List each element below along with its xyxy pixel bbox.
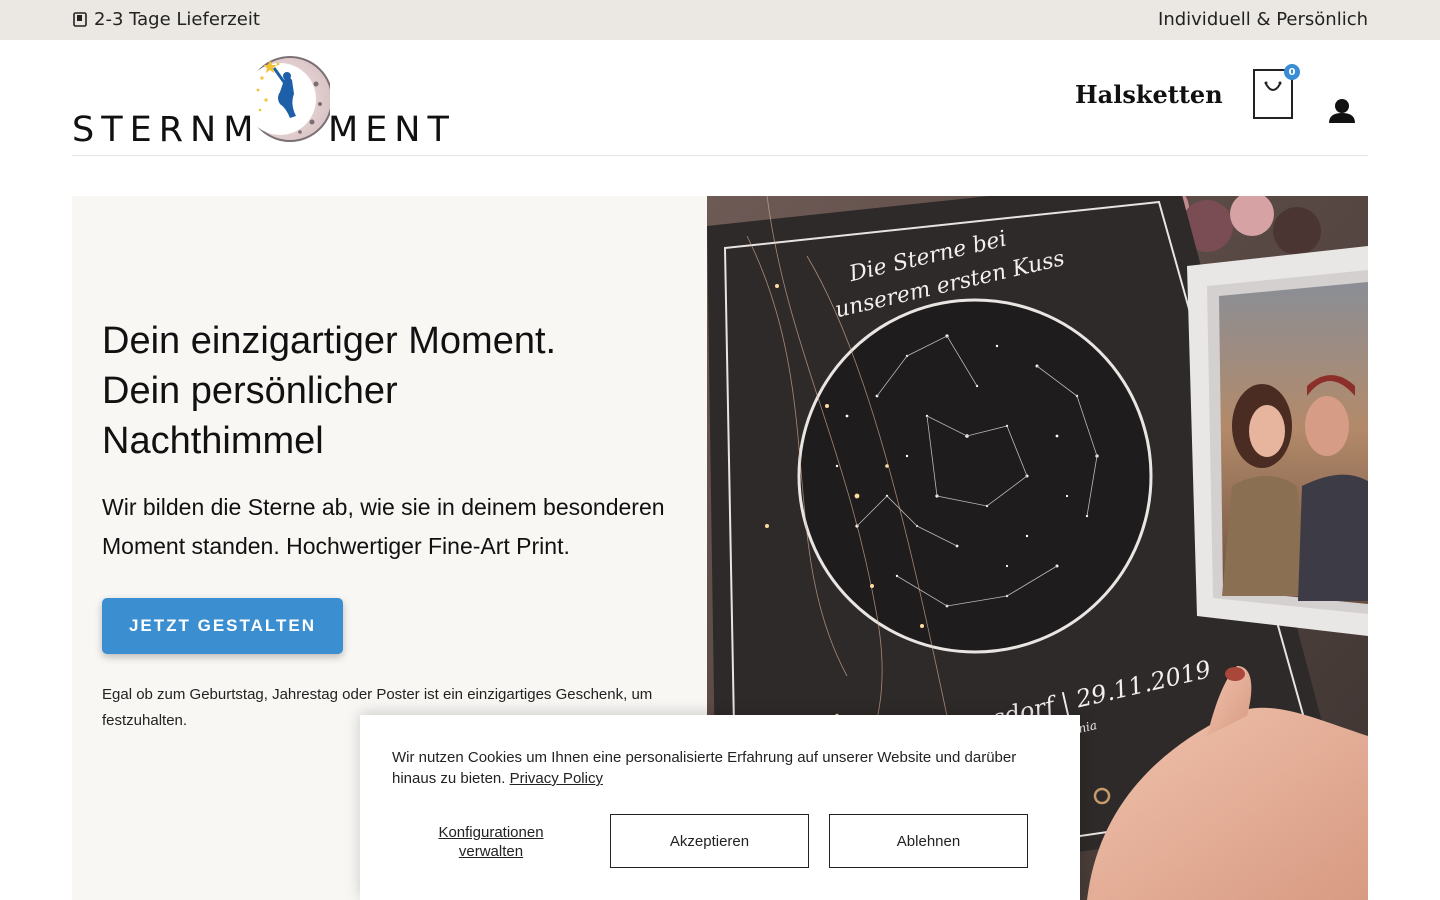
cart-count-badge: 0 [1284,64,1300,80]
decline-cookies-button[interactable]: Ablehnen [829,814,1028,868]
site-header: STERNM MENT Halsketten 0 [72,40,1368,156]
cart-button[interactable]: 0 [1252,64,1300,120]
shipping-info: 2-3 Tage Lieferzeit [72,9,260,30]
cookie-text: Wir nutzen Cookies um Ihnen eine persona… [392,749,1017,787]
create-now-button[interactable]: JETZT GESTALTEN [102,598,343,654]
account-button[interactable] [1328,98,1356,124]
cookie-banner: Wir nutzen Cookies um Ihnen eine persona… [360,715,1080,900]
announcement-bar: 2-3 Tage Lieferzeit Individuell & Persön… [0,0,1440,40]
hero-title-line: Nachthimmel [102,420,324,462]
hero-title-line: Dein persönlicher [102,370,398,412]
logo[interactable]: STERNM MENT [72,54,452,150]
user-icon [1329,99,1355,123]
cookie-message: Wir nutzen Cookies um Ihnen eine persona… [392,747,1032,789]
tagline: Individuell & Persönlich [1158,9,1368,30]
accept-cookies-button[interactable]: Akzeptieren [610,814,809,868]
hero-subtitle: Wir bilden die Sterne ab, wie sie in dei… [102,494,665,559]
nav-link-halsketten[interactable]: Halsketten [1075,80,1223,109]
moon-logo-icon [250,56,330,142]
truck-icon [73,11,87,27]
shipping-text: 2-3 Tage Lieferzeit [94,9,260,30]
logo-text-right: MENT [328,110,456,150]
hero-content: Dein einzigartiger Moment. Dein persönli… [102,316,682,734]
hero-title: Dein einzigartiger Moment. Dein persönli… [102,316,682,466]
privacy-policy-link[interactable]: Privacy Policy [510,770,603,787]
manage-config-button[interactable]: Konfigurationen verwalten [410,823,572,861]
hero-title-line: Dein einzigartiger Moment. [102,320,557,362]
logo-text-left: STERNM [72,110,261,150]
